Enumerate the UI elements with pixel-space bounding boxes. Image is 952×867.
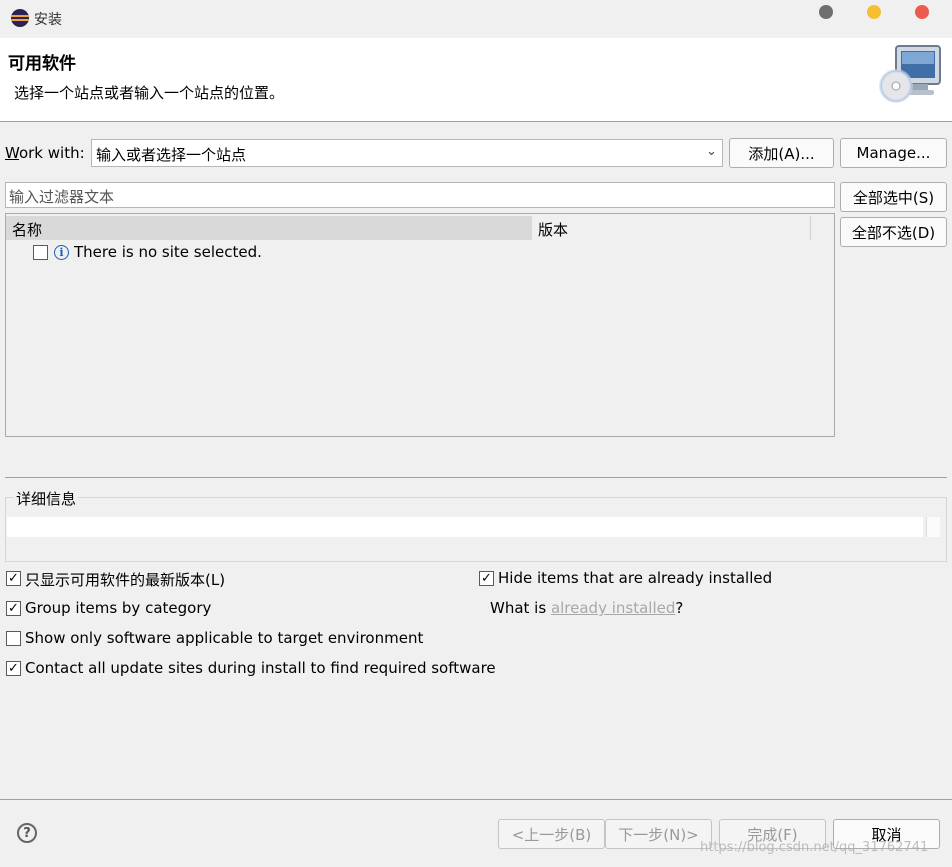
column-header-name[interactable]: 名称 (6, 216, 532, 240)
page-description: 选择一个站点或者输入一个站点的位置。 (14, 84, 285, 102)
separator (5, 477, 947, 478)
group-by-category-label[interactable]: Group items by category (25, 599, 211, 617)
add-site-button[interactable]: 添加(A)... (729, 138, 834, 168)
column-header-version[interactable]: 版本 (533, 216, 811, 240)
header-banner: 可用软件 选择一个站点或者输入一个站点的位置。 (0, 38, 952, 122)
what-is-installed: What is already installed? (490, 599, 683, 617)
page-title: 可用软件 (8, 54, 76, 74)
group-by-category-checkbox[interactable]: ✓ (6, 601, 21, 616)
window-minimize-button[interactable] (867, 5, 881, 19)
filter-placeholder: 输入过滤器文本 (9, 188, 115, 206)
work-with-combo[interactable]: 输入或者选择一个站点 ⌄ (91, 139, 723, 167)
row-checkbox[interactable] (33, 245, 48, 260)
filter-input[interactable]: 输入过滤器文本 (5, 182, 835, 208)
info-icon: i (54, 245, 69, 260)
window-dim-button[interactable] (819, 5, 833, 19)
computer-cd-icon (878, 42, 950, 106)
work-with-label: Work with: (5, 144, 85, 162)
manage-button[interactable]: Manage... (840, 138, 947, 168)
details-text-area[interactable] (7, 517, 923, 537)
hide-installed-checkbox[interactable]: ✓ (479, 571, 494, 586)
next-button[interactable]: 下一步(N)> (605, 819, 712, 849)
details-scrollbar[interactable] (926, 517, 940, 537)
title-bar (0, 0, 952, 38)
contact-sites-label[interactable]: Contact all update sites during install … (25, 659, 496, 677)
help-icon[interactable]: ? (17, 823, 37, 843)
column-version-label: 版本 (538, 221, 569, 239)
table-row-name: There is no site selected. (74, 243, 262, 261)
deselect-all-button[interactable]: 全部不选(D) (840, 217, 947, 247)
select-all-button[interactable]: 全部选中(S) (840, 182, 947, 212)
work-with-value: 输入或者选择一个站点 (96, 146, 247, 164)
show-latest-checkbox[interactable]: ✓ (6, 571, 21, 586)
chevron-down-icon[interactable]: ⌄ (706, 144, 717, 159)
eclipse-icon (11, 9, 29, 27)
column-name-label: 名称 (12, 221, 43, 239)
footer-separator (0, 799, 952, 800)
contact-sites-checkbox[interactable]: ✓ (6, 661, 21, 676)
show-applicable-checkbox[interactable] (6, 631, 21, 646)
show-latest-label[interactable]: 只显示可用软件的最新版本(L) (25, 569, 225, 590)
show-applicable-label[interactable]: Show only software applicable to target … (25, 629, 423, 647)
hide-installed-label[interactable]: Hide items that are already installed (498, 569, 772, 587)
details-label: 详细信息 (14, 488, 79, 509)
already-installed-link[interactable]: already installed (551, 599, 675, 617)
back-button[interactable]: <上一步(B) (498, 819, 605, 849)
what-is-suffix: ? (675, 599, 684, 617)
window-title: 安装 (34, 12, 62, 28)
watermark: https://blog.csdn.net/qq_31762741 (700, 840, 929, 855)
window-close-button[interactable] (915, 5, 929, 19)
what-is-prefix: What is (490, 599, 551, 617)
